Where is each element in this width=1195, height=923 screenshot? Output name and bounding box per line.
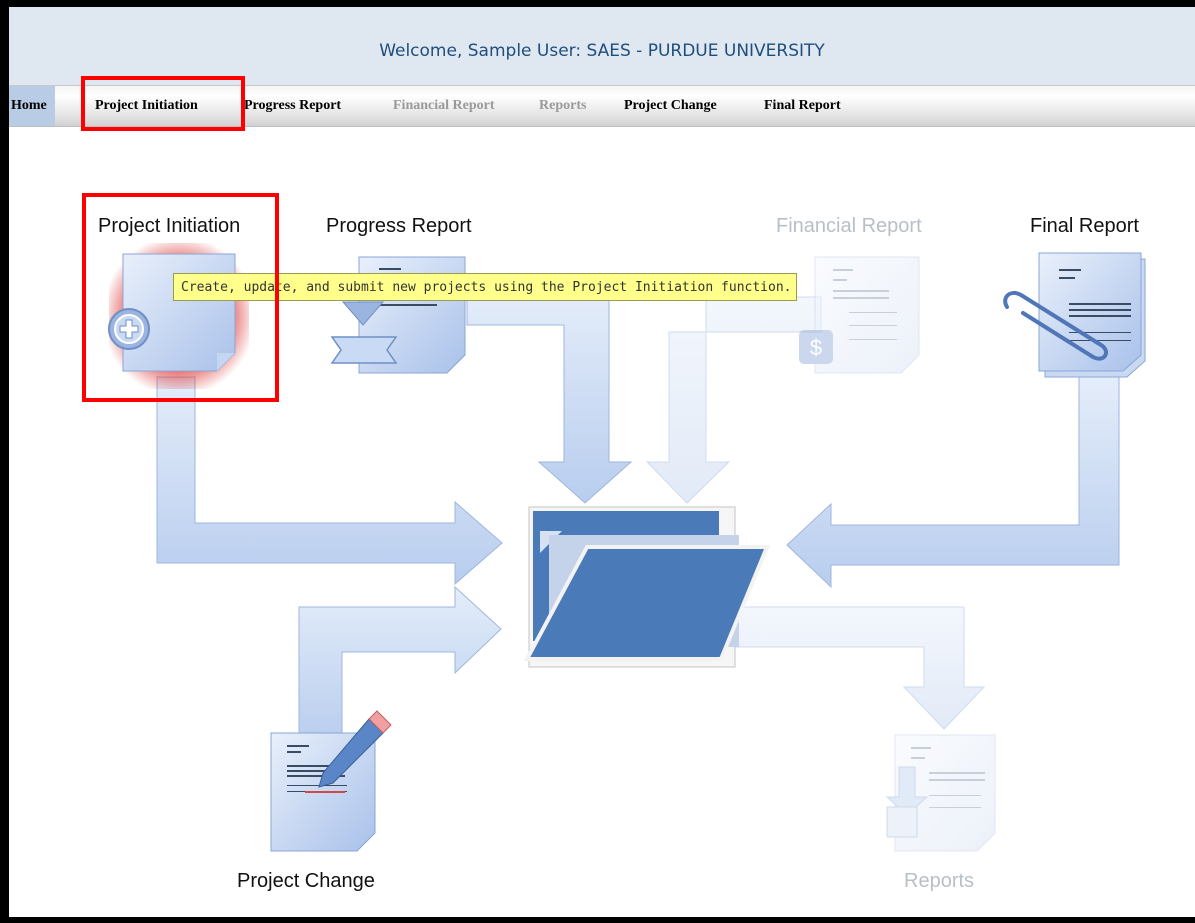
label-progress-report[interactable]: Progress Report: [326, 215, 472, 238]
workflow-diagram: $: [108, 243, 1146, 852]
arrow-reports: [723, 606, 986, 730]
arrow-project-initiation: [156, 376, 503, 586]
dollar-document-icon: $: [799, 256, 920, 374]
highlight-project-initiation-icon: [82, 193, 279, 402]
label-financial-report: Financial Report: [776, 215, 922, 237]
stacked-reports-icon: [885, 734, 996, 852]
label-final-report[interactable]: Final Report: [1030, 215, 1139, 238]
arrow-final-report: [786, 376, 1120, 589]
label-project-change[interactable]: Project Change: [237, 870, 375, 893]
open-folder-icon[interactable]: [523, 506, 770, 668]
paperclip-document-icon[interactable]: [1003, 252, 1146, 378]
arrow-progress-report: [466, 291, 633, 504]
arrow-financial-report: [645, 296, 822, 504]
label-reports: Reports: [904, 870, 975, 892]
arrow-project-change: [298, 585, 502, 743]
highlight-nav-project-initiation: [81, 76, 245, 131]
svg-text:$: $: [810, 335, 822, 360]
app-window: Welcome, Sample User: SAES - PURDUE UNIV…: [9, 7, 1195, 917]
